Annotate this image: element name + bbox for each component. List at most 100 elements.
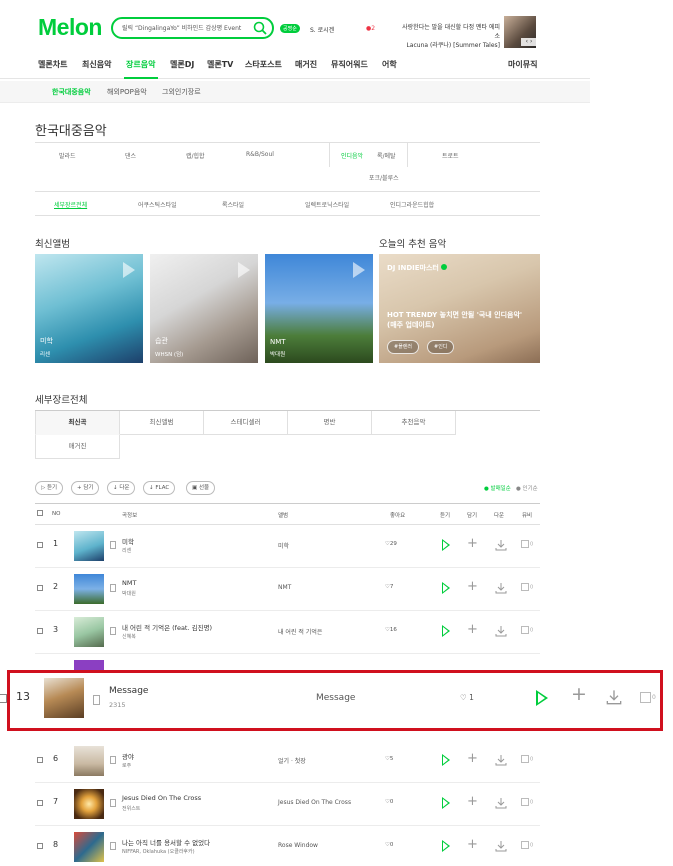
- song-album[interactable]: Jesus Died On The Cross: [278, 799, 351, 806]
- song-title[interactable]: Jesus Died On The Cross: [122, 794, 201, 802]
- tab-magazine[interactable]: 매거진: [35, 435, 120, 459]
- genre-indie[interactable]: 인디음악: [341, 151, 363, 160]
- genre-folk[interactable]: 포크/블루스: [369, 173, 399, 182]
- song-album[interactable]: Rose Window: [278, 842, 318, 849]
- song-artist[interactable]: NIFFAR, Oklahuka (오클라후카): [122, 848, 195, 855]
- nav-new-music[interactable]: 최신음악: [82, 59, 111, 70]
- subnav-other[interactable]: 그외인기장르: [162, 87, 201, 97]
- recommend-card[interactable]: DJ INDIE마스터 HOT TRENDY 놓치면 안될 '국내 인디음악' …: [379, 254, 540, 363]
- album-card[interactable]: NMT 박대원: [265, 254, 373, 363]
- add-icon[interactable]: +: [467, 752, 478, 765]
- album-artist[interactable]: 리센: [40, 350, 50, 358]
- song-info-icon[interactable]: [110, 842, 116, 850]
- song-album[interactable]: NMT: [278, 584, 291, 591]
- subnav-pop[interactable]: 해외POP음악: [107, 87, 147, 97]
- like-button[interactable]: ♡0: [385, 842, 393, 848]
- row-checkbox[interactable]: [37, 585, 43, 591]
- nav-magazine[interactable]: 매거진: [295, 59, 317, 70]
- play-icon[interactable]: [442, 754, 450, 766]
- song-album[interactable]: 얼기 · 첫장: [278, 756, 306, 765]
- gift-button[interactable]: ▣ 선물: [186, 481, 216, 495]
- nav-my-music[interactable]: 마이뮤직: [508, 59, 537, 70]
- nav-star-post[interactable]: 스타포스트: [245, 59, 282, 70]
- like-button[interactable]: ♡29: [385, 541, 397, 547]
- album-title[interactable]: NMT: [270, 338, 286, 346]
- mv-button[interactable]: 0: [521, 540, 533, 548]
- row-checkbox[interactable]: [37, 800, 43, 806]
- select-all-checkbox[interactable]: [37, 510, 43, 516]
- song-info-icon[interactable]: [110, 541, 116, 549]
- sort-popular[interactable]: ● 인기순: [516, 484, 538, 492]
- mv-button[interactable]: 0: [521, 583, 533, 591]
- download-icon[interactable]: [495, 840, 507, 852]
- promo-nav-arrows[interactable]: ‹ ›: [521, 38, 537, 46]
- add-icon[interactable]: +: [467, 623, 478, 636]
- like-button[interactable]: ♡0: [385, 799, 393, 805]
- header-status[interactable]: S. 로시겐: [310, 25, 334, 34]
- mv-button[interactable]: 0: [521, 626, 533, 634]
- song-title[interactable]: NMT: [122, 579, 136, 587]
- play-icon[interactable]: [238, 262, 250, 278]
- row-checkbox[interactable]: [0, 694, 7, 703]
- song-album[interactable]: 내 어린 적 기억은: [278, 627, 322, 636]
- like-button[interactable]: ♡5: [385, 756, 393, 762]
- melon-logo[interactable]: Melon: [38, 14, 102, 41]
- nav-music-award[interactable]: 뮤직어워드: [331, 59, 368, 70]
- play-icon[interactable]: [353, 262, 365, 278]
- album-artist[interactable]: 박대원: [270, 350, 285, 358]
- album-artist[interactable]: WHSN (덤): [155, 350, 183, 358]
- song-title[interactable]: 내 어린 적 기억은 (feat. 김진명): [122, 622, 212, 632]
- song-info-icon[interactable]: [110, 799, 116, 807]
- tag-pill[interactable]: #인디: [427, 340, 455, 354]
- nav-language[interactable]: 어학: [382, 59, 397, 70]
- play-icon[interactable]: [442, 625, 450, 637]
- album-card[interactable]: 습관 WHSN (덤): [150, 254, 258, 363]
- row-thumbnail[interactable]: [74, 617, 104, 647]
- play-icon[interactable]: [442, 582, 450, 594]
- listen-button[interactable]: ▷ 듣기: [35, 481, 64, 495]
- add-icon[interactable]: +: [467, 580, 478, 593]
- download-icon[interactable]: [495, 582, 507, 594]
- search-badge[interactable]: 공명순: [280, 24, 300, 33]
- search-icon[interactable]: [253, 21, 267, 35]
- search-bar[interactable]: 릴릭 “DingalingaYo” 비하인드 감상평 Event: [111, 17, 274, 39]
- search-input[interactable]: 릴릭 “DingalingaYo” 비하인드 감상평 Event: [122, 23, 241, 32]
- row-thumbnail[interactable]: [74, 746, 104, 776]
- genre-hiphop[interactable]: 랩/힙합: [186, 151, 205, 160]
- tag-pill[interactable]: #플렌러: [387, 340, 419, 354]
- row-checkbox[interactable]: [37, 757, 43, 763]
- add-icon[interactable]: +: [467, 537, 478, 550]
- mv-button[interactable]: 0: [521, 841, 533, 849]
- song-title[interactable]: 광야: [122, 751, 134, 761]
- download-button[interactable]: ↓ 다운: [107, 481, 136, 495]
- detail-rock-style[interactable]: 록스타일: [222, 200, 244, 209]
- detail-acoustic[interactable]: 어쿠스틱스타일: [138, 200, 177, 209]
- genre-ballad[interactable]: 발라드: [59, 151, 76, 160]
- genre-rock[interactable]: 록/메탈: [377, 151, 396, 160]
- tab-latest-albums[interactable]: 최신앨범: [120, 411, 204, 435]
- like-button[interactable]: ♡16: [385, 627, 397, 633]
- genre-rnb[interactable]: R&B/Soul: [246, 151, 274, 158]
- song-artist[interactable]: 박대원: [122, 590, 136, 597]
- dj-label[interactable]: DJ INDIE마스터: [387, 263, 447, 273]
- download-icon[interactable]: [495, 754, 507, 766]
- detail-electronic[interactable]: 일렉트로닉스타일: [305, 200, 349, 209]
- album-title[interactable]: 미학: [40, 336, 53, 346]
- download-icon[interactable]: [495, 797, 507, 809]
- tab-latest-songs[interactable]: 최신곡: [35, 411, 120, 435]
- row-thumbnail[interactable]: [74, 789, 104, 819]
- album-card[interactable]: 미학 리센: [35, 254, 143, 363]
- song-info-icon[interactable]: [110, 627, 116, 635]
- row-checkbox[interactable]: [37, 542, 43, 548]
- play-icon[interactable]: [442, 797, 450, 809]
- tab-recommend[interactable]: 추천음악: [372, 411, 456, 435]
- tab-steady-seller[interactable]: 스테디셀러: [204, 411, 288, 435]
- row-checkbox[interactable]: [37, 628, 43, 634]
- nav-chart[interactable]: 멜론차트: [38, 59, 67, 70]
- song-title[interactable]: 미학: [122, 536, 134, 546]
- play-icon[interactable]: [123, 262, 135, 278]
- sort-release[interactable]: ● 발매일순: [484, 484, 511, 492]
- row-thumbnail[interactable]: [74, 531, 104, 561]
- row-checkbox[interactable]: [37, 843, 43, 849]
- song-title[interactable]: 나는 아직 너를 용서할 수 없었다: [122, 837, 210, 847]
